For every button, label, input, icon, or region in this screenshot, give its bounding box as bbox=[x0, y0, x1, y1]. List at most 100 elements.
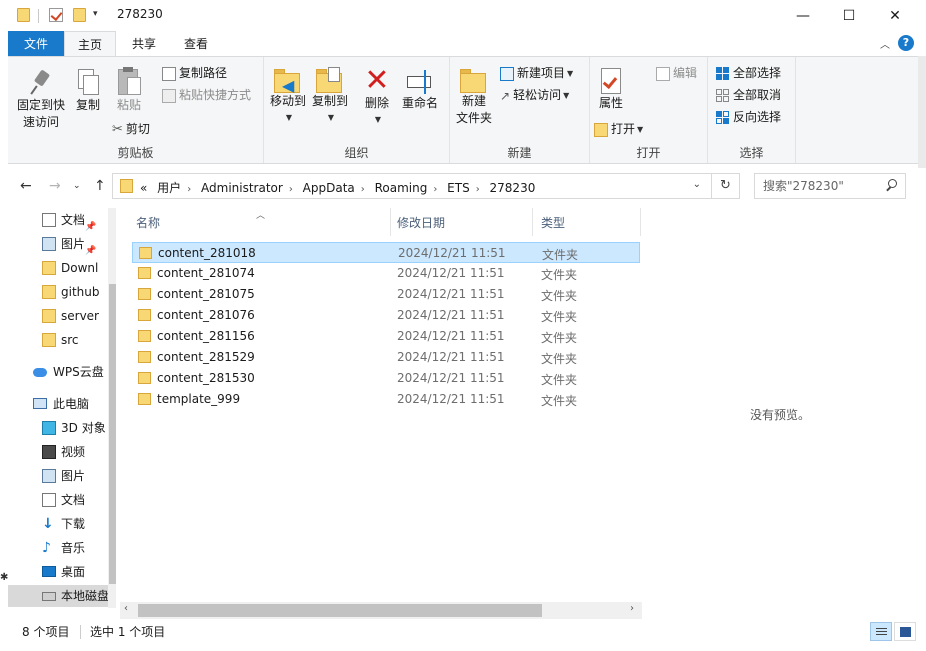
tab-view[interactable]: 查看 bbox=[176, 31, 216, 57]
tab-file[interactable]: 文件 bbox=[8, 31, 64, 57]
open-button[interactable]: 打开 ▼ bbox=[594, 119, 643, 139]
chevron-right-icon[interactable]: › bbox=[187, 184, 191, 195]
help-icon[interactable]: ? bbox=[898, 35, 914, 51]
chevron-right-icon[interactable]: › bbox=[361, 184, 365, 195]
file-type: 文件夹 bbox=[541, 373, 578, 387]
column-header-type[interactable]: 类型 bbox=[541, 214, 565, 231]
tab-home[interactable]: 主页 bbox=[64, 31, 116, 57]
file-row[interactable]: content_281074 2024/12/21 11:51 文件夹 bbox=[132, 263, 640, 284]
properties-button[interactable]: 属性 bbox=[594, 67, 628, 112]
cut-button[interactable]: ✂ 剪切 bbox=[112, 119, 150, 139]
new-item-button[interactable]: 新建项目 ▼ bbox=[500, 63, 573, 83]
easy-access-button[interactable]: ↗ 轻松访问 ▼ bbox=[500, 85, 569, 105]
minimize-button[interactable]: — bbox=[780, 0, 826, 31]
column-divider[interactable] bbox=[390, 208, 391, 236]
file-row[interactable]: content_281529 2024/12/21 11:51 文件夹 bbox=[132, 347, 640, 368]
refresh-button[interactable]: ↻ bbox=[712, 173, 740, 199]
folder-icon bbox=[42, 261, 56, 275]
breadcrumb-item[interactable]: Administrator bbox=[201, 181, 283, 195]
select-none-button[interactable]: 全部取消 bbox=[716, 85, 781, 105]
select-all-button[interactable]: 全部选择 bbox=[716, 63, 781, 83]
pin-quick-access-button[interactable]: 固定到快 速访问 bbox=[12, 69, 70, 131]
chevron-right-icon[interactable]: › bbox=[433, 184, 437, 195]
file-row[interactable]: content_281530 2024/12/21 11:51 文件夹 bbox=[132, 368, 640, 389]
nav-item-desktop[interactable]: 桌面 bbox=[8, 561, 108, 583]
music-note-icon: ♪ bbox=[42, 540, 51, 556]
new-folder-quick-icon[interactable] bbox=[73, 8, 86, 22]
nav-scrollbar-thumb[interactable] bbox=[109, 284, 116, 584]
breadcrumb-item[interactable]: 用户 bbox=[157, 181, 181, 195]
paste-shortcut-button[interactable]: 粘贴快捷方式 bbox=[162, 85, 251, 105]
chevron-right-icon[interactable]: › bbox=[476, 184, 480, 195]
up-arrow-icon[interactable]: ↑ bbox=[94, 178, 106, 194]
new-folder-button[interactable]: 新建 文件夹 bbox=[454, 67, 494, 127]
nav-item-this-pc[interactable]: 此电脑 bbox=[8, 393, 108, 415]
nav-item-github[interactable]: github bbox=[8, 281, 108, 303]
file-row[interactable]: content_281076 2024/12/21 11:51 文件夹 bbox=[132, 305, 640, 326]
horizontal-scrollbar-thumb[interactable] bbox=[138, 604, 542, 617]
breadcrumb-item[interactable]: AppData bbox=[303, 181, 355, 195]
scroll-right-icon[interactable]: › bbox=[630, 603, 634, 614]
tab-share[interactable]: 共享 bbox=[124, 31, 164, 57]
column-header-date[interactable]: 修改日期 bbox=[397, 214, 445, 231]
nav-item-music[interactable]: ♪ 音乐 bbox=[8, 537, 108, 559]
maximize-button[interactable]: ☐ bbox=[826, 0, 872, 31]
recent-locations-chevron-icon[interactable]: ⌄ bbox=[73, 181, 81, 191]
nav-item-server[interactable]: server bbox=[8, 305, 108, 327]
scroll-left-icon[interactable]: ‹ bbox=[124, 603, 128, 614]
new-group-label: 新建 bbox=[507, 146, 532, 160]
file-row[interactable]: content_281018 2024/12/21 11:51 文件夹 bbox=[132, 242, 640, 263]
address-bar[interactable]: « 用户 › Administrator › AppData › Roaming › E… bbox=[112, 173, 712, 199]
large-icons-view-button[interactable] bbox=[894, 622, 916, 641]
edit-button[interactable]: 编辑 bbox=[656, 63, 697, 83]
breadcrumb-overflow[interactable]: « bbox=[140, 181, 147, 195]
details-view-button[interactable] bbox=[870, 622, 892, 641]
back-arrow-icon[interactable]: ← bbox=[20, 178, 32, 194]
nav-item-downloads-folder[interactable]: Downl bbox=[8, 257, 108, 279]
file-row[interactable]: template_999 2024/12/21 11:51 文件夹 bbox=[132, 389, 640, 410]
large-icons-view-icon bbox=[900, 627, 911, 637]
nav-item-local-disk[interactable]: 本地磁盘 bbox=[8, 585, 108, 607]
properties-quick-icon[interactable] bbox=[49, 8, 63, 22]
copy-button[interactable]: 复制 bbox=[72, 69, 104, 114]
file-date: 2024/12/21 11:51 bbox=[397, 371, 505, 385]
breadcrumb-item[interactable]: 278230 bbox=[490, 181, 536, 195]
chevron-right-icon[interactable]: › bbox=[289, 184, 293, 195]
move-to-button[interactable]: ◀ 移动到 ▼ bbox=[268, 67, 308, 124]
address-history-chevron-icon[interactable]: ⌄ bbox=[693, 179, 701, 190]
file-row[interactable]: content_281156 2024/12/21 11:51 文件夹 bbox=[132, 326, 640, 347]
forward-arrow-icon[interactable]: → bbox=[49, 178, 61, 194]
copy-path-button[interactable]: 复制路径 bbox=[162, 63, 227, 83]
folder-icon bbox=[138, 393, 151, 405]
invert-selection-button[interactable]: 反向选择 bbox=[716, 107, 781, 127]
nav-item-pictures-pinned[interactable]: 图片 📌 bbox=[8, 233, 108, 255]
file-name: content_281018 bbox=[158, 246, 256, 260]
breadcrumb-item[interactable]: ETS bbox=[447, 181, 470, 195]
pin-icon: 📌 bbox=[85, 222, 97, 231]
column-divider[interactable] bbox=[640, 208, 641, 236]
delete-button[interactable]: ✕ 删除 ▼ bbox=[362, 66, 392, 126]
breadcrumb-item[interactable]: Roaming bbox=[375, 181, 428, 195]
search-input[interactable] bbox=[763, 178, 881, 194]
column-header-name[interactable]: 名称 bbox=[136, 214, 160, 231]
copy-to-button[interactable]: 复制到 ▼ bbox=[310, 67, 350, 124]
close-button[interactable]: ✕ bbox=[872, 0, 918, 31]
nav-item-src[interactable]: src bbox=[8, 329, 108, 351]
nav-item-videos[interactable]: 视频 bbox=[8, 441, 108, 463]
customize-quick-access-icon[interactable]: ▾ bbox=[93, 9, 98, 19]
nav-item-pictures[interactable]: 图片 bbox=[8, 465, 108, 487]
column-divider[interactable] bbox=[532, 208, 533, 236]
file-row[interactable]: content_281075 2024/12/21 11:51 文件夹 bbox=[132, 284, 640, 305]
search-box[interactable] bbox=[754, 173, 906, 199]
nav-item-documents[interactable]: 文档 bbox=[8, 489, 108, 511]
paste-button[interactable]: 粘贴 bbox=[112, 67, 146, 114]
nav-item-downloads[interactable]: ↓ 下载 bbox=[8, 513, 108, 535]
select-all-icon bbox=[716, 66, 730, 81]
folder-icon bbox=[42, 285, 56, 299]
nav-item-documents-pinned[interactable]: 文档 📌 bbox=[8, 209, 108, 231]
rename-button[interactable]: 重命名 bbox=[400, 67, 440, 112]
search-icon[interactable] bbox=[885, 179, 897, 191]
collapse-ribbon-icon[interactable]: ︿ bbox=[880, 36, 890, 51]
nav-item-wps-cloud[interactable]: WPS云盘 bbox=[8, 361, 108, 383]
nav-item-3d-objects[interactable]: 3D 对象 bbox=[8, 417, 108, 439]
